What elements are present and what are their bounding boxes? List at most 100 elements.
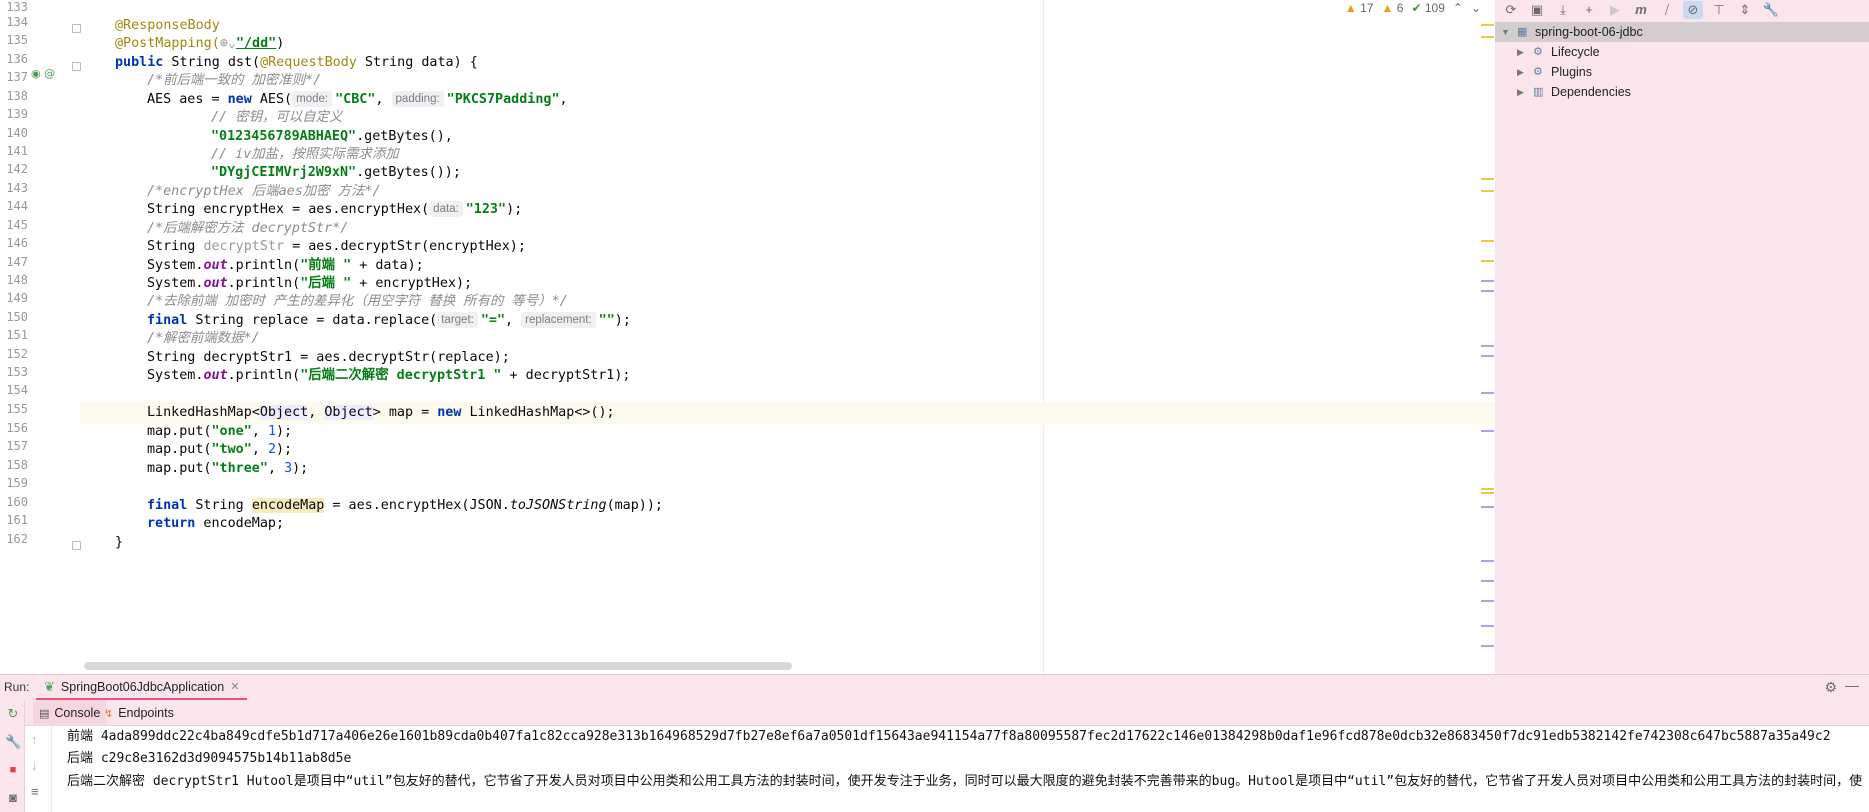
code-text: String replace = data.replace(	[187, 313, 438, 328]
stripe-marker[interactable]	[1481, 645, 1494, 647]
run-icon[interactable]: ▶	[1605, 1, 1625, 19]
stripe-marker[interactable]	[1481, 280, 1494, 282]
typo-count[interactable]: ✔ 109	[1411, 1, 1444, 15]
stripe-marker[interactable]	[1481, 492, 1494, 494]
camera-icon[interactable]: ◙	[5, 790, 21, 806]
number-literal: 2	[267, 442, 276, 457]
stripe-marker[interactable]	[1481, 600, 1494, 602]
code-text: System.	[147, 258, 204, 273]
chevron-up-icon[interactable]: ⌃	[1453, 1, 1463, 15]
code-text: .println(	[227, 368, 301, 383]
code-text: AES(	[251, 92, 293, 107]
stop-icon[interactable]: ■	[5, 762, 21, 778]
tree-node-lifecycle[interactable]: ▶ ⚙ Lifecycle	[1495, 42, 1869, 62]
stripe-marker[interactable]	[1481, 560, 1494, 562]
wrench-icon[interactable]: 🔧	[5, 734, 21, 750]
stripe-marker[interactable]	[1481, 260, 1494, 262]
tab-endpoints[interactable]: ↯ Endpoints	[98, 700, 180, 726]
minimize-icon[interactable]: —	[1845, 677, 1859, 693]
lifecycle-icon: ⚙	[1533, 46, 1543, 58]
endpoint-gutter-icon[interactable]: ◉ @	[31, 67, 55, 80]
console-line: 后端二次解密 decryptStr1 Hutool是项目中“util”包友好的替…	[67, 774, 1863, 789]
soft-wrap-icon[interactable]: ≡	[31, 784, 39, 799]
dependencies-icon: ▥	[1533, 86, 1544, 98]
console-line: 后端 c29c8e3162d3d9094575b14b11ab8d5e	[67, 751, 352, 766]
run-config-tab[interactable]: ❦ SpringBoot06JdbcApplication ✕	[36, 675, 248, 701]
rerun-icon[interactable]: ↻	[5, 706, 21, 722]
stripe-marker[interactable]	[1481, 290, 1494, 292]
globe-icon[interactable]: ⊕⌄	[220, 36, 236, 51]
stripe-marker[interactable]	[1481, 580, 1494, 582]
unused-variable: decryptStr	[203, 239, 285, 254]
line-number[interactable]: 162	[0, 528, 28, 550]
stripe-marker[interactable]	[1481, 178, 1494, 180]
type-reference: Object	[324, 405, 373, 420]
code-area[interactable]: @ResponseBody @PostMapping(⊕⌄"/dd") publ…	[80, 0, 1495, 674]
toggle-offline-icon[interactable]: ⧸	[1657, 1, 1677, 19]
add-icon[interactable]: +	[1579, 1, 1599, 19]
expand-right-icon[interactable]: ▶	[1517, 42, 1524, 62]
wrench-icon[interactable]: 🔧	[1761, 1, 1781, 19]
add-folder-icon[interactable]: ▣	[1527, 1, 1547, 19]
tree-project-node[interactable]: ▼ ▦ spring-boot-06-jdbc	[1495, 22, 1869, 42]
comment: /*解密前端数据*/	[147, 331, 260, 346]
project-name: spring-boot-06-jdbc	[1535, 25, 1643, 39]
code-text: .println(	[227, 258, 301, 273]
inspection-widget[interactable]: ▲ 17 ▲ 6 ✔ 109 ⌃ ⌄	[1345, 0, 1481, 16]
show-dependencies-icon[interactable]: ⊤	[1709, 1, 1729, 19]
parameter-hint: replacement:	[521, 312, 596, 328]
code-text: );	[276, 442, 293, 457]
comment: /*前后端一致的 加密准则*/	[147, 73, 322, 88]
arrow-down-icon[interactable]: ↓	[31, 758, 38, 773]
stripe-marker[interactable]	[1481, 506, 1494, 508]
stripe-marker[interactable]	[1481, 488, 1494, 490]
tree-node-plugins[interactable]: ▶ ⚙ Plugins	[1495, 62, 1869, 82]
check-icon: ✔	[1411, 1, 1422, 15]
close-icon[interactable]: ✕	[230, 680, 239, 693]
code-text: map.put(	[147, 424, 212, 439]
tree-node-dependencies[interactable]: ▶ ▥ Dependencies	[1495, 82, 1869, 102]
expand-right-icon[interactable]: ▶	[1517, 62, 1524, 82]
string-literal[interactable]: "/dd"	[236, 36, 276, 51]
code-text: + encryptHex);	[351, 276, 473, 291]
code-text: System.	[147, 368, 204, 383]
gear-icon[interactable]: ⚙	[1824, 679, 1837, 696]
code-line-162: }	[80, 532, 1495, 554]
warning-count[interactable]: ▲ 17	[1345, 1, 1374, 15]
horizontal-scrollbar[interactable]	[84, 662, 792, 670]
stripe-marker[interactable]	[1481, 240, 1494, 242]
string-literal: "="	[480, 313, 506, 328]
maven-goal-icon[interactable]: m	[1631, 1, 1651, 19]
skip-tests-icon[interactable]: ⊘	[1683, 1, 1703, 19]
expand-right-icon[interactable]: ▶	[1517, 82, 1524, 102]
collapse-all-icon[interactable]: ⇕	[1735, 1, 1755, 19]
stripe-marker[interactable]	[1481, 36, 1494, 38]
run-label: Run:	[4, 680, 30, 694]
weak-warning-count[interactable]: ▲ 6	[1382, 1, 1404, 15]
stripe-marker[interactable]	[1481, 345, 1494, 347]
stripe-marker[interactable]	[1481, 190, 1494, 192]
stripe-marker[interactable]	[1481, 24, 1494, 26]
reload-icon[interactable]: ⟳	[1501, 1, 1521, 19]
annotation: @RequestBody	[260, 55, 357, 70]
code-text: );	[614, 313, 631, 328]
string-literal: "three"	[211, 461, 268, 476]
stripe-marker[interactable]	[1481, 355, 1494, 357]
download-icon[interactable]: ⤓	[1553, 1, 1573, 19]
console-side-toolbar: ↑ ↓ ≡	[25, 726, 52, 812]
error-stripe[interactable]	[1478, 0, 1494, 674]
code-text: ,	[559, 92, 568, 107]
console-output[interactable]: ↑ ↓ ≡ 前端 4ada899ddc22c4ba849cdfe5b1d717a…	[25, 726, 1869, 812]
tab-console[interactable]: ▤ Console	[33, 700, 107, 726]
keyword: final	[147, 313, 188, 328]
code-editor[interactable]: 133 134 135 136 137 138 139 140 141 142 143 144 145 1…	[0, 0, 1495, 674]
stripe-marker[interactable]	[1481, 625, 1494, 627]
warning-count-value: 17	[1360, 1, 1374, 15]
expand-down-icon[interactable]: ▼	[1501, 22, 1510, 42]
arrow-up-icon[interactable]: ↑	[31, 732, 38, 747]
stripe-marker[interactable]	[1481, 392, 1494, 394]
comment: // iv加盐，按照实际需求添加	[211, 147, 399, 162]
tree-node-label: Lifecycle	[1551, 45, 1600, 59]
stripe-marker[interactable]	[1481, 430, 1494, 432]
parameter-hint: padding:	[391, 91, 444, 107]
